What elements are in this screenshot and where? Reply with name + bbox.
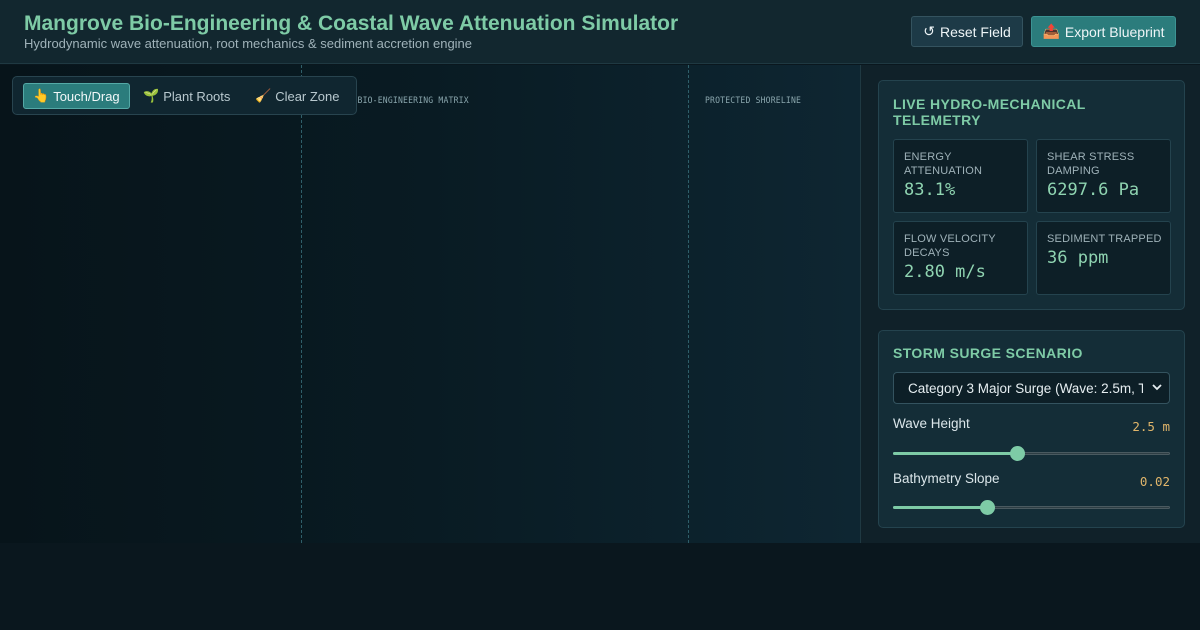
- metric-value: 6297.6 Pa: [1047, 180, 1140, 200]
- bathymetry-slope-value: 0.02: [1139, 474, 1170, 489]
- export-blueprint-label: Export Blueprint: [1064, 23, 1165, 40]
- simulation-canvas[interactable]: MANGROVE BIO-ENGINEERING MATRIX PROTECTE…: [0, 65, 860, 543]
- zone-label-protected-shoreline: PROTECTED SHORELINE: [705, 96, 802, 106]
- metric-shear-stress-damping: SHEAR STRESS DAMPING 6297.6 Pa: [1036, 139, 1171, 213]
- slider-fill: [893, 452, 1018, 455]
- export-icon: 📤: [1042, 23, 1060, 39]
- page-footer-area: [0, 543, 1200, 630]
- canvas-toolbar: 👆 Touch/Drag 🌱 Plant Roots 🧹 Clear Zone: [12, 76, 357, 115]
- pointer-hand-icon: 👆: [33, 88, 50, 103]
- tool-label: Plant Roots: [163, 88, 231, 104]
- side-panel: LIVE HYDRO-MECHANICAL TELEMETRY ENERGY A…: [860, 65, 1200, 543]
- telemetry-title: LIVE HYDRO-MECHANICAL TELEMETRY: [893, 96, 1086, 128]
- tool-plant-roots[interactable]: 🌱 Plant Roots: [134, 83, 239, 109]
- slider-fill: [893, 506, 988, 509]
- wave-height-slider[interactable]: [893, 446, 1170, 461]
- app-subtitle: Hydrodynamic wave attenuation, root mech…: [24, 36, 473, 51]
- export-blueprint-button[interactable]: 📤 Export Blueprint: [1031, 16, 1176, 47]
- metric-value: 36 ppm: [1047, 248, 1109, 268]
- metric-label: SEDIMENT TRAPPED: [1047, 233, 1162, 245]
- telemetry-card: LIVE HYDRO-MECHANICAL TELEMETRY ENERGY A…: [878, 80, 1185, 310]
- tool-clear-zone[interactable]: 🧹 Clear Zone: [246, 83, 349, 109]
- reset-field-label: Reset Field: [939, 23, 1011, 40]
- slider-thumb[interactable]: [1010, 446, 1026, 461]
- metric-sediment-trapped: SEDIMENT TRAPPED 36 ppm: [1036, 221, 1171, 295]
- zone-divider: [688, 65, 689, 543]
- wave-height-value: 2.5 m: [1132, 419, 1170, 434]
- tool-label: Clear Zone: [275, 88, 340, 104]
- seedling-icon: 🌱: [143, 88, 160, 103]
- broom-icon: 🧹: [255, 88, 272, 103]
- tool-label: Touch/Drag: [53, 88, 120, 104]
- scenario-title: STORM SURGE SCENARIO: [893, 345, 1083, 361]
- reset-icon: ↺: [923, 23, 935, 39]
- scenario-card: STORM SURGE SCENARIO Category 3 Major Su…: [878, 330, 1185, 528]
- bathymetry-slope-label: Bathymetry Slope: [893, 471, 1000, 486]
- scenario-selected-value: Category 3 Major Surge (Wave: 2.5m, T: [908, 380, 1143, 396]
- zone-divider: [301, 65, 302, 543]
- metric-label: ENERGY ATTENUATION: [904, 151, 983, 177]
- app-header: Mangrove Bio-Engineering & Coastal Wave …: [0, 0, 1200, 64]
- metric-value: 83.1%: [904, 180, 956, 200]
- slider-thumb[interactable]: [979, 500, 995, 515]
- tool-touch-drag[interactable]: 👆 Touch/Drag: [23, 83, 130, 109]
- chevron-down-icon: [1152, 384, 1162, 391]
- wave-height-label: Wave Height: [893, 416, 970, 431]
- metric-label: FLOW VELOCITY DECAYS: [904, 233, 996, 259]
- metric-energy-attenuation: ENERGY ATTENUATION 83.1%: [893, 139, 1028, 213]
- metric-label: SHEAR STRESS DAMPING: [1047, 151, 1135, 177]
- metric-value: 2.80 m/s: [904, 262, 986, 282]
- bathymetry-slope-slider[interactable]: [893, 500, 1170, 515]
- app-title: Mangrove Bio-Engineering & Coastal Wave …: [24, 12, 679, 35]
- reset-field-button[interactable]: ↺ Reset Field: [911, 16, 1023, 47]
- metric-flow-velocity-decays: FLOW VELOCITY DECAYS 2.80 m/s: [893, 221, 1028, 295]
- scenario-select[interactable]: Category 3 Major Surge (Wave: 2.5m, T: [893, 372, 1170, 404]
